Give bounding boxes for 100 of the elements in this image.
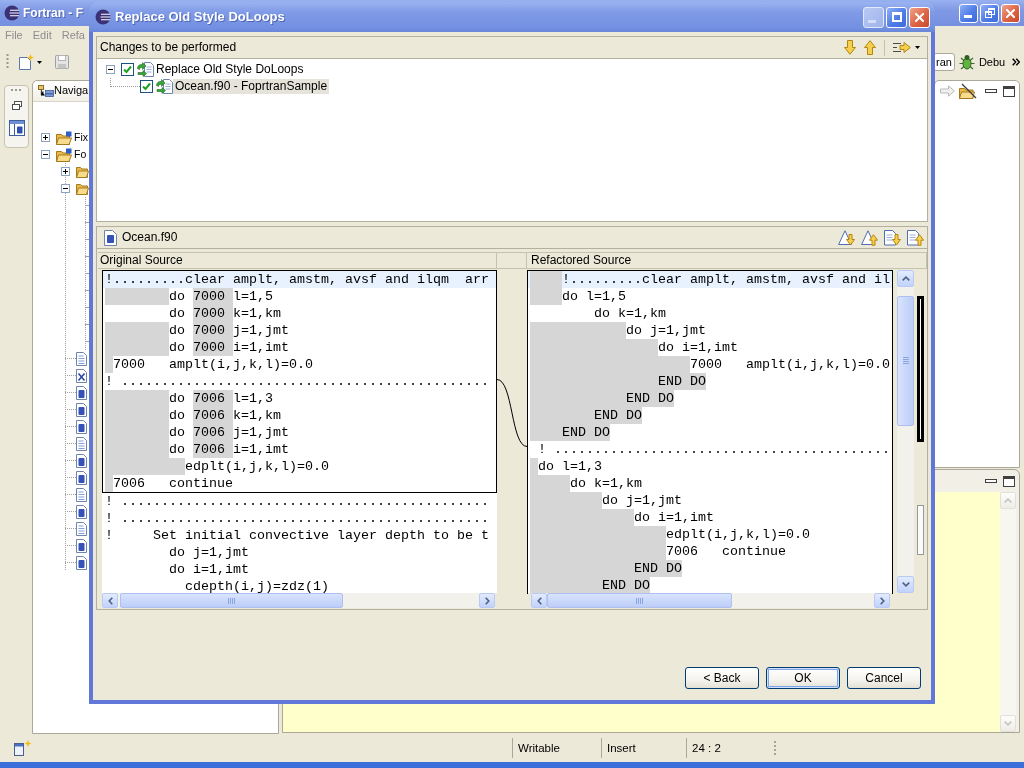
scrollbar-thumb[interactable] [547,593,732,608]
bug-icon [958,54,975,70]
document-down-arrow-icon[interactable] [884,229,901,246]
collapse-icon[interactable] [106,65,115,74]
expand-icon[interactable] [61,167,70,176]
connector-line [497,379,527,447]
right-chevron-icon [879,596,885,605]
checkbox[interactable] [121,63,134,76]
folder-icon [76,182,89,195]
code-line: 7006 continue [527,543,893,560]
scrollbar-thumb[interactable] [897,296,914,426]
column-header: Original Source [98,252,497,269]
view-tab[interactable]: Naviga [33,81,89,101]
cancel-button[interactable]: Cancel [847,667,921,689]
code-line: do 7006 i=1,imt [102,441,497,458]
ruler-marker[interactable] [917,296,924,442]
maximize-button[interactable] [886,6,907,28]
table-icon[interactable] [8,120,25,136]
chevron-icon[interactable] [1012,58,1021,66]
file-icon [76,453,87,468]
code-line: END DO [527,407,893,424]
minimize-icon [868,19,876,23]
horizontal-scrollbar[interactable] [531,593,890,608]
save-icon[interactable] [55,55,69,69]
scroll-down-button[interactable] [897,576,914,593]
code-line: 7000 amplt(i,j,k,l)=0.0 [102,356,497,373]
expand-icon[interactable] [41,133,50,142]
checkbox[interactable] [140,80,153,93]
ruler-marker[interactable] [917,505,924,555]
scroll-right-button[interactable] [874,593,890,608]
document-up-arrow-icon[interactable] [907,229,924,246]
perspective-button[interactable]: ran [933,53,955,71]
up-chevron-icon [1004,498,1012,503]
caret-icon[interactable] [37,60,42,64]
file-icon [104,229,117,246]
collapse-icon[interactable] [41,150,50,159]
maximize-icon [891,12,902,22]
down-arrow-icon[interactable] [844,40,856,55]
code-line: do i=1,imt [527,339,893,356]
file-name: Ocean.f90 [122,230,178,245]
down-chevron-icon [1004,721,1012,726]
maximize-icon[interactable] [1003,475,1015,487]
scroll-up-button[interactable] [897,270,914,287]
scroll-left-button[interactable] [102,593,118,608]
maximize-icon[interactable] [1003,85,1015,97]
ok-button[interactable]: OK [766,667,840,689]
restore-button[interactable] [980,3,999,23]
minimize-icon[interactable] [985,89,997,93]
delta-down-arrow-icon[interactable] [838,229,855,246]
code-line: do 7000 i=1,imt [102,339,497,356]
code-line: END DO [527,560,893,577]
vertical-scrollbar[interactable] [897,270,914,593]
back-button[interactable]: < Back [685,667,759,689]
close-button[interactable] [909,6,930,28]
text-file-icon [76,521,87,536]
restore-icon [984,8,995,18]
minimize-icon [964,14,972,18]
scroll-left-button[interactable] [531,593,547,608]
code-line: ! .............................................. [104,493,490,510]
scroll-right-button[interactable] [479,593,495,608]
restore-icon[interactable] [11,101,22,110]
page-arrows-icon [156,79,173,94]
text-file-icon [76,351,87,366]
new-file-icon[interactable] [18,54,34,70]
code-line: edplt(i,j,k,l)=0.0 [102,458,497,475]
close-button[interactable] [1001,3,1020,23]
lines-arrow-icon[interactable] [893,40,911,55]
file-icon [76,538,87,553]
code-line: do 7000 j=1,jmt [102,322,497,339]
code-line: do i=1,imt [527,509,893,526]
code-line: do j=1,jmt [527,492,893,509]
up-arrow-icon[interactable] [864,40,876,55]
tree-item[interactable]: Ocean.f90 - FoprtranSample [173,79,330,94]
column-header: Refactored Source [527,252,927,269]
folder-icon [76,165,89,178]
tree-item[interactable]: Replace Old Style DoLoops [154,62,306,77]
grip-icon[interactable] [6,54,9,70]
panel-title: Changes to be performed [100,40,237,55]
caret-icon[interactable] [915,46,920,49]
code-line: do k=1,km [527,475,893,492]
scrollbar-thumb[interactable] [120,593,343,608]
minimize-icon[interactable] [985,479,997,483]
right-chevron-icon [484,596,490,605]
perspective-button[interactable]: Debu [955,52,1009,72]
dialog-title: Replace Old Style DoLoops [115,9,285,25]
delta-up-arrow-icon[interactable] [861,229,878,246]
tree-icon [38,85,54,97]
tree-item[interactable]: Fo [74,148,87,161]
collapse-icon[interactable] [61,184,70,193]
fast-view-icon[interactable] [14,740,32,756]
status-field: Insert [601,738,686,758]
file-icon [76,402,87,417]
sphere-icon [4,5,20,21]
horizontal-scrollbar[interactable] [102,593,495,608]
code-line: do 7006 k=1,km [102,407,497,424]
file-icon [76,470,87,485]
tree-item[interactable]: Fix [74,131,88,144]
folder-crossed-icon[interactable] [959,83,977,99]
code-line: do 7006 l=1,3 [102,390,497,407]
code-line: 7006 continue [102,475,497,493]
